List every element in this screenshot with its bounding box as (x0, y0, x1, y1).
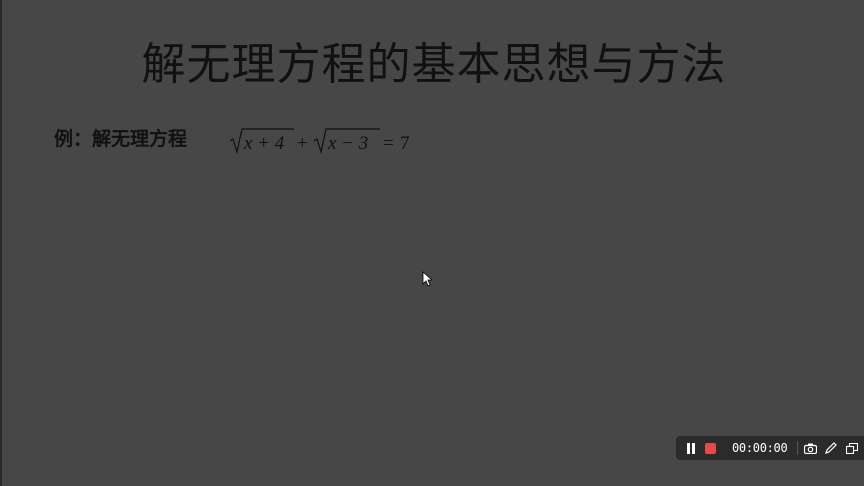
camera-icon (803, 443, 817, 454)
toolbar-divider (797, 441, 799, 455)
mouse-cursor-icon (422, 271, 432, 287)
example-label: 例：解无理方程 (54, 128, 188, 150)
equation-rhs: 7 (400, 133, 410, 154)
slide-title: 解无理方程的基本思想与方法 (141, 39, 727, 90)
slide-canvas: 解无理方程的基本思想与方法 例：解无理方程 x + 4 + x − 3 = 7 … (0, 0, 864, 486)
pause-icon (687, 442, 695, 454)
annotate-button[interactable] (822, 439, 840, 457)
equation: x + 4 + x − 3 = 7 (229, 128, 410, 155)
recording-timer: 00:00:00 (732, 441, 788, 455)
screenshot-button[interactable] (801, 439, 819, 457)
equation-equals: = (383, 133, 394, 154)
equation-plus: + (297, 133, 308, 154)
recorder-toolbar: 00:00:00 (676, 436, 864, 460)
radicand-1: x + 4 (243, 133, 285, 154)
radicand-2: x − 3 (327, 133, 368, 154)
stop-button[interactable] (703, 441, 717, 455)
pen-icon (825, 442, 838, 454)
pause-button[interactable] (684, 441, 698, 455)
window-button[interactable] (843, 439, 861, 457)
window-icon (846, 442, 859, 454)
stop-icon (704, 442, 716, 454)
